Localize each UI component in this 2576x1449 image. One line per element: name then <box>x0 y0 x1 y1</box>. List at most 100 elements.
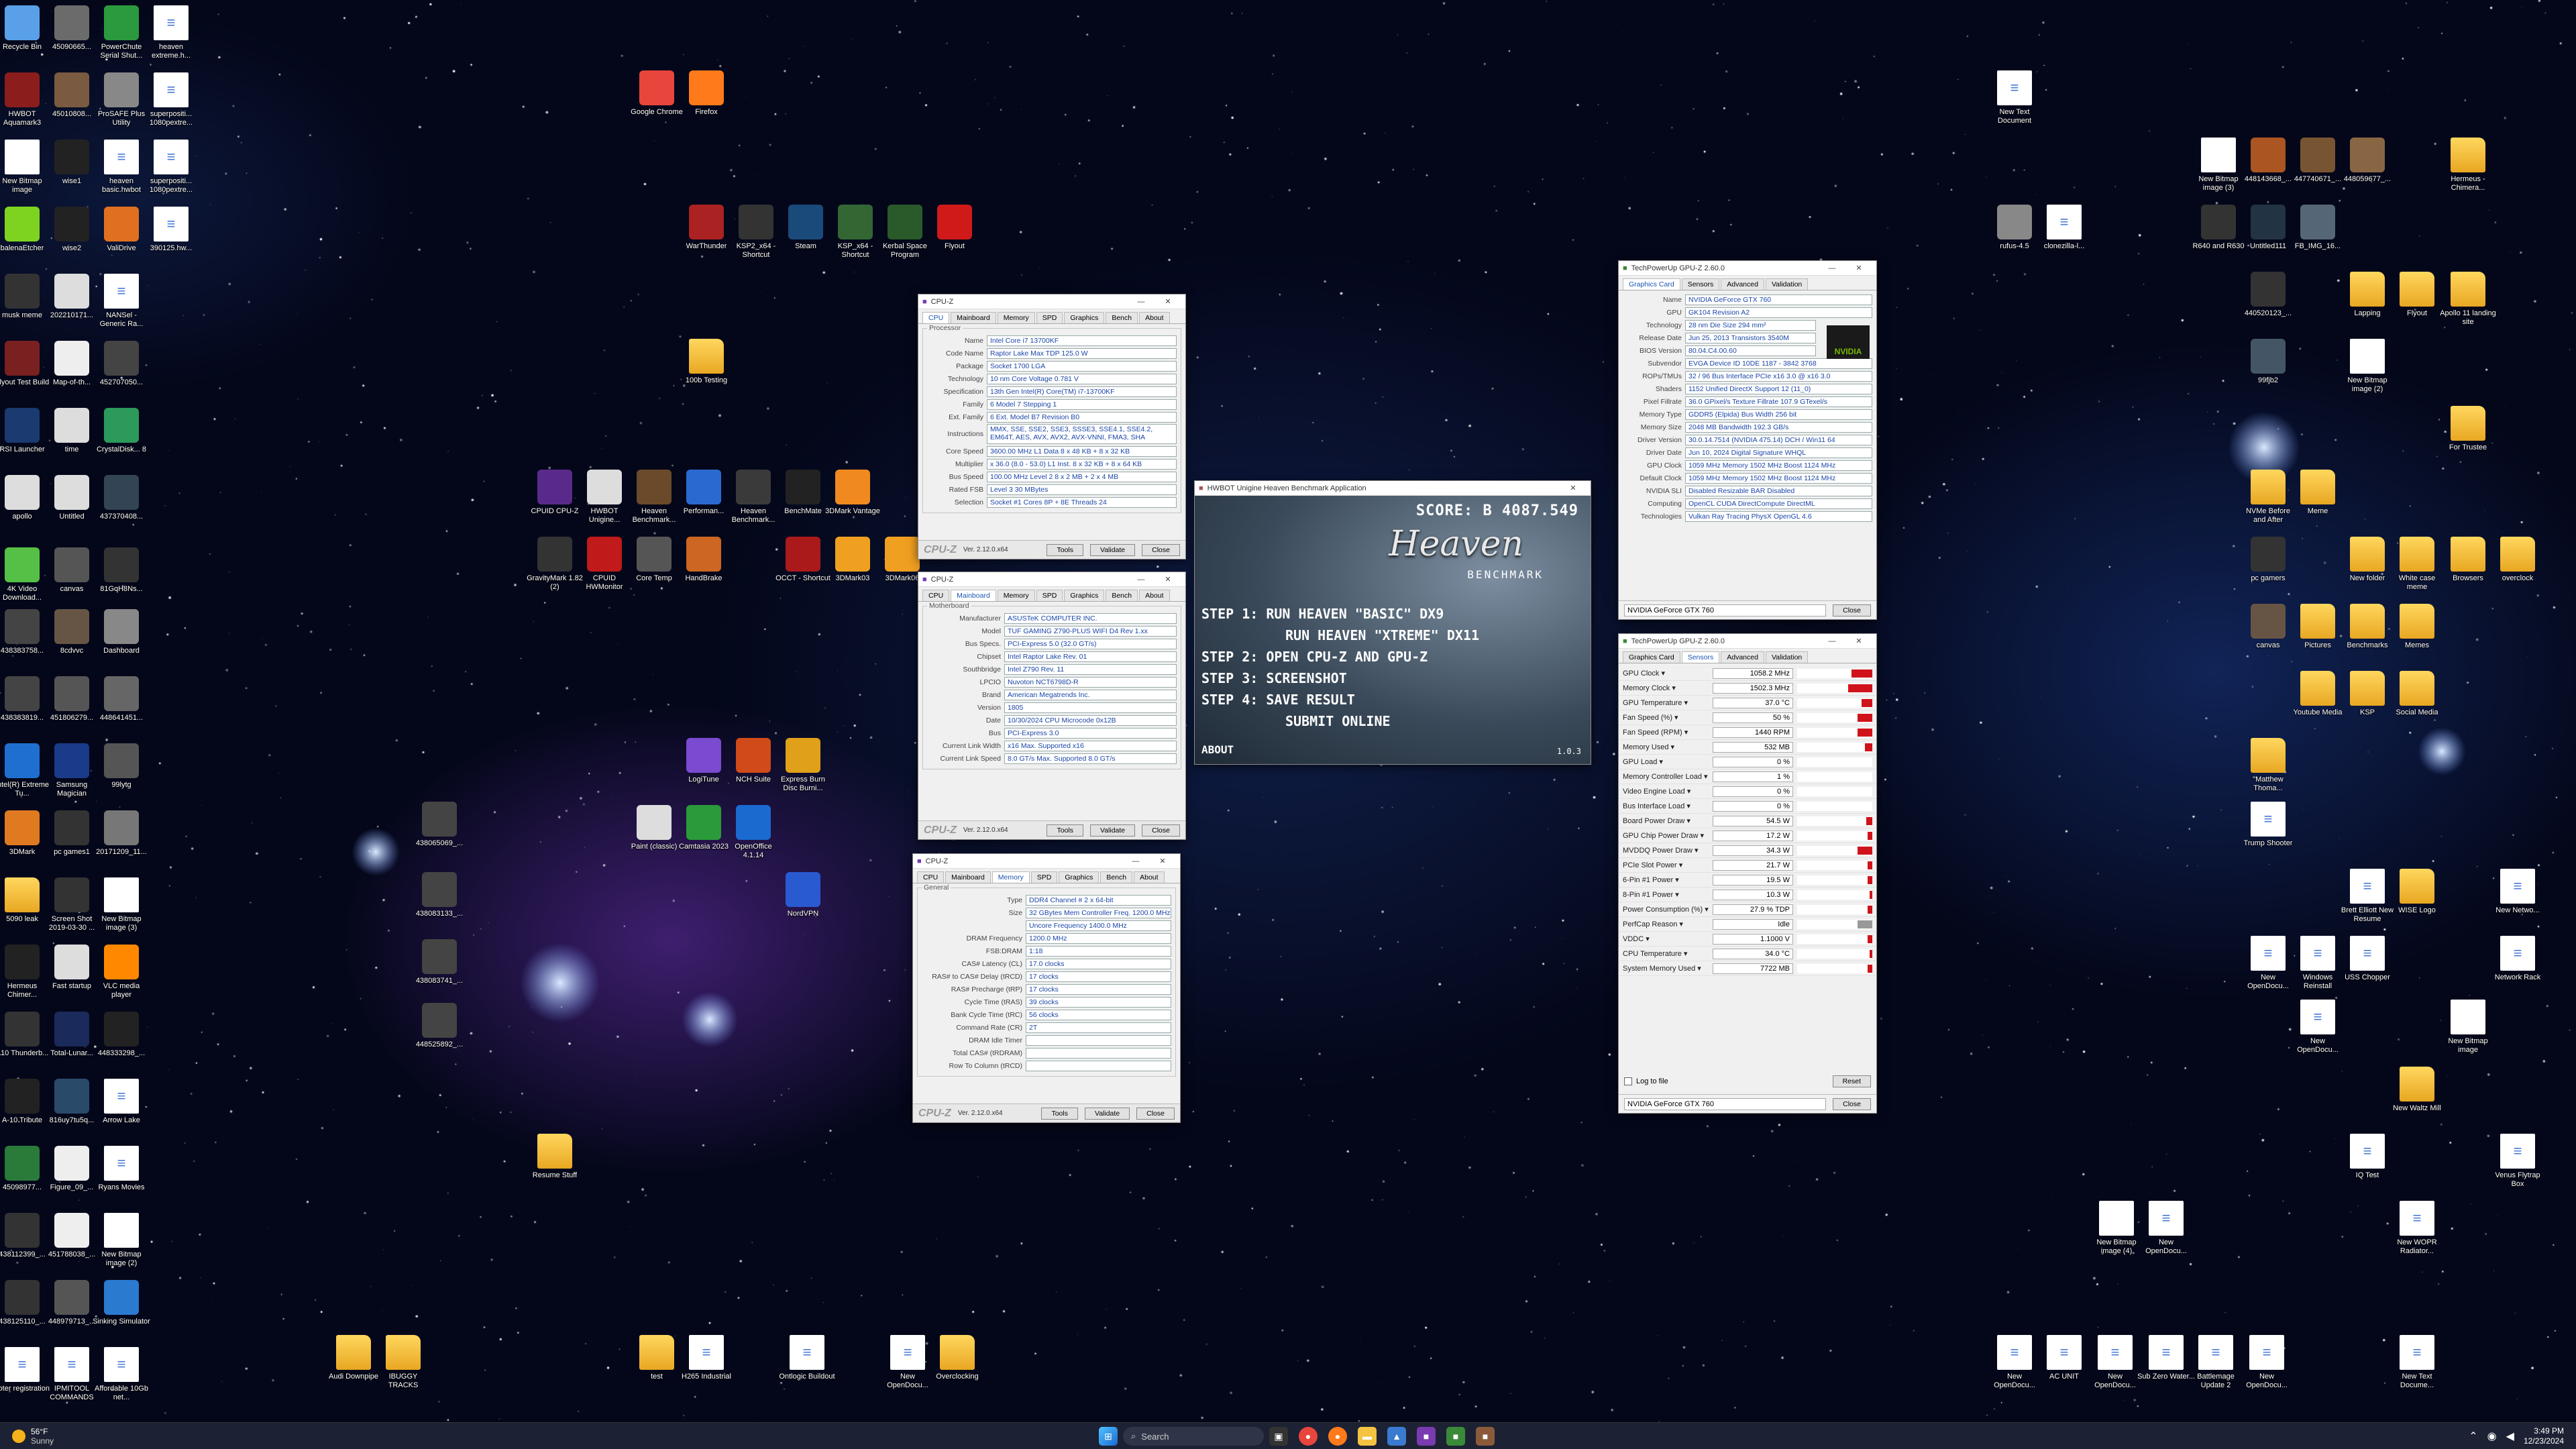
tools-button[interactable]: Tools <box>1046 543 1083 556</box>
step-item[interactable]: SUBMIT ONLINE <box>1201 710 1479 732</box>
desktop-icon[interactable]: 448059677_... <box>2339 138 2396 184</box>
desktop-icon[interactable]: Flyout <box>926 205 983 251</box>
validate-button[interactable]: Validate <box>1084 1107 1130 1120</box>
tab-about[interactable]: About <box>1134 871 1165 883</box>
desktop-icon[interactable]: ≡ 390125.hw... <box>142 207 200 253</box>
sensor-label[interactable]: Video Engine Load ▾ <box>1623 787 1709 796</box>
desktop-icon[interactable]: FB_IMG_16... <box>2289 205 2347 251</box>
tab-about[interactable]: About <box>1139 312 1170 323</box>
desktop-icon[interactable]: ≡ Trump Shooter <box>2239 802 2297 848</box>
tab-sensors[interactable]: Sensors <box>1681 651 1720 663</box>
desktop-icon[interactable]: Dashboard <box>93 609 150 655</box>
tab-cpu[interactable]: CPU <box>922 312 950 323</box>
volume-icon[interactable]: ◀ <box>2506 1430 2514 1443</box>
close-button[interactable]: ✕ <box>1155 575 1181 584</box>
desktop-icon[interactable]: 440520123_... <box>2239 272 2297 318</box>
desktop-icon[interactable]: ≡ Network Rack <box>2489 936 2546 982</box>
desktop-icon[interactable]: CrystalDisk... 8 <box>93 408 150 454</box>
tools-button[interactable]: Tools <box>1041 1107 1078 1120</box>
cpuz-window-memory[interactable]: ■ CPU-Z — ✕ CPU Mainboard Memory SPD Graphics Be… <box>912 853 1181 1123</box>
network-icon[interactable]: ◉ <box>2487 1430 2497 1443</box>
sensor-label[interactable]: VDDC ▾ <box>1623 934 1709 943</box>
close-button[interactable]: ✕ <box>1845 264 1872 272</box>
desktop-icon[interactable]: 81GqH8Ns... <box>93 547 150 594</box>
tab-about[interactable]: About <box>1139 590 1170 601</box>
cpuz-window-cpu[interactable]: ■ CPU-Z — ✕ CPU Mainboard Memory SPD Graphics Be… <box>918 294 1186 559</box>
sensor-label[interactable]: Fan Speed (%) ▾ <box>1623 713 1709 722</box>
sensor-label[interactable]: Power Consumption (%) ▾ <box>1623 905 1709 914</box>
desktop-icon[interactable]: ≡ New OpenDocu... <box>2137 1201 2195 1256</box>
tab-graphics-card[interactable]: Graphics Card <box>1623 651 1680 663</box>
desktop-icon[interactable]: ≡ Battlemage Update 2 <box>2187 1335 2245 1390</box>
sensor-label[interactable]: Memory Clock ▾ <box>1623 684 1709 692</box>
desktop-icon[interactable]: ≡ Venus Flytrap Box <box>2489 1134 2546 1189</box>
desktop-icon[interactable]: ≡ New OpenDocu... <box>2086 1335 2144 1390</box>
desktop-icon[interactable]: 99lytg <box>93 743 150 790</box>
close-button[interactable]: ✕ <box>1155 297 1181 306</box>
close-button[interactable]: Close <box>1136 1107 1175 1120</box>
desktop-icon[interactable]: ≡ USS Chopper <box>2339 936 2396 982</box>
desktop-icon[interactable]: 437370408... <box>93 475 150 521</box>
minimize-button[interactable]: — <box>1819 637 1845 645</box>
desktop-icon[interactable]: ≡ New OpenDocu... <box>2238 1335 2296 1390</box>
desktop-icon[interactable]: ≡ heaven extreme.h... <box>142 5 200 60</box>
desktop-icon[interactable]: 452707050... <box>93 341 150 387</box>
desktop-icon[interactable]: ≡ New Netwo... <box>2489 869 2546 915</box>
heaven-taskbar-icon[interactable]: ■ <box>1476 1427 1495 1446</box>
minimize-button[interactable]: — <box>1819 264 1845 272</box>
desktop-icon[interactable]: ≡ H265 Industrial <box>678 1335 735 1381</box>
desktop-icon[interactable]: Overclocking <box>928 1335 986 1381</box>
tab-mainboard[interactable]: Mainboard <box>945 871 991 883</box>
desktop-icon[interactable]: Sinking Simulator <box>93 1280 150 1326</box>
tab-spd[interactable]: SPD <box>1036 590 1063 601</box>
start-icon[interactable]: ⊞ <box>1099 1427 1118 1446</box>
desktop-icon[interactable]: ≡ New Text Document <box>1986 70 2043 125</box>
sensor-label[interactable]: Memory Used ▾ <box>1623 743 1709 751</box>
tab-graphics[interactable]: Graphics <box>1064 312 1105 323</box>
tools-button[interactable]: Tools <box>1046 824 1083 837</box>
sensor-label[interactable]: PCIe Slot Power ▾ <box>1623 861 1709 869</box>
step-item[interactable]: RUN HEAVEN "XTREME" DX11 <box>1201 625 1479 646</box>
task-view-icon[interactable]: ▣ <box>1269 1427 1288 1446</box>
chrome-taskbar-icon[interactable]: ● <box>1299 1427 1318 1446</box>
desktop-icon[interactable]: ≡ Affordable 10Gb net... <box>93 1347 150 1402</box>
sensor-label[interactable]: Bus Interface Load ▾ <box>1623 802 1709 810</box>
gpu-select[interactable]: NVIDIA GeForce GTX 760 <box>1624 604 1827 616</box>
sensor-label[interactable]: GPU Chip Power Draw ▾ <box>1623 831 1709 840</box>
desktop-icon[interactable]: overclock <box>2489 537 2546 583</box>
tab-validation[interactable]: Validation <box>1765 278 1809 290</box>
desktop-icon[interactable]: 20171209_11... <box>93 810 150 857</box>
close-button[interactable]: ✕ <box>1560 484 1587 492</box>
sensor-label[interactable]: Memory Controller Load ▾ <box>1623 772 1709 781</box>
desktop-icon[interactable]: ≡ superpositi... 1080pextre... <box>142 140 200 195</box>
desktop-icon[interactable]: ≡ Arrow Lake <box>93 1079 150 1125</box>
file-explorer-icon[interactable]: ▬ <box>1358 1427 1377 1446</box>
sensor-label[interactable]: 8-Pin #1 Power ▾ <box>1623 890 1709 899</box>
sensor-label[interactable]: Board Power Draw ▾ <box>1623 816 1709 825</box>
sensor-label[interactable]: System Memory Used ▾ <box>1623 964 1709 973</box>
desktop-icon[interactable]: ≡ Ontlogic Buildout <box>778 1335 836 1381</box>
log-checkbox[interactable] <box>1624 1077 1632 1085</box>
tab-bench[interactable]: Bench <box>1106 590 1138 601</box>
search-box[interactable]: ⌕ Search <box>1123 1427 1264 1446</box>
firefox-taskbar-icon[interactable]: ● <box>1328 1427 1347 1446</box>
step-item[interactable]: STEP 2: OPEN CPU-Z AND GPU-Z <box>1201 646 1479 667</box>
tab-spd[interactable]: SPD <box>1030 871 1058 883</box>
step-item[interactable]: STEP 3: SCREENSHOT <box>1201 667 1479 689</box>
tab-cpu[interactable]: CPU <box>917 871 945 883</box>
minimize-button[interactable]: — <box>1128 298 1155 306</box>
desktop-icon[interactable]: WISE Logo <box>2388 869 2446 915</box>
desktop-icon[interactable]: IBUGGY TRACKS <box>374 1335 432 1390</box>
desktop-icon[interactable]: White case meme <box>2388 537 2446 592</box>
desktop-icon[interactable]: New Bitmap image (2) <box>2339 339 2396 394</box>
desktop-icon[interactable]: pc gamers <box>2239 537 2297 583</box>
desktop-icon[interactable]: New Bitmap image <box>2439 1000 2497 1055</box>
desktop-icon[interactable]: For Trustee <box>2439 406 2497 452</box>
reset-button[interactable]: Reset <box>1832 1075 1871 1087</box>
desktop-icon[interactable]: ≡ New WOPR Radiator... <box>2388 1201 2446 1256</box>
tab-mainboard[interactable]: Mainboard <box>951 590 996 601</box>
cpuz-window-mainboard[interactable]: ■ CPU-Z — ✕ CPU Mainboard Memory SPD Graphics Be… <box>918 572 1186 840</box>
tab-bench[interactable]: Bench <box>1100 871 1133 883</box>
desktop-icon[interactable]: New Bitmap image (2) <box>93 1213 150 1268</box>
weather-widget[interactable]: 56°F Sunny <box>12 1427 54 1446</box>
